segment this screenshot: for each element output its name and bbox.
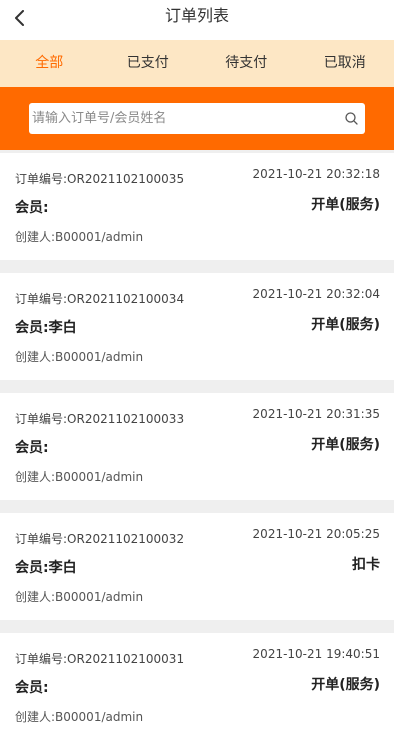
creator: 创建人:B00001/admin	[15, 468, 143, 485]
member-name: 会员:李白	[15, 317, 77, 337]
order-card[interactable]: 订单编号:OR2021102100034 2021-10-21 20:32:04…	[0, 273, 394, 380]
tab-paid[interactable]: 已支付	[99, 40, 198, 87]
order-status: 开单(服务)	[311, 314, 380, 334]
search-icon[interactable]	[344, 111, 359, 126]
order-time: 2021-10-21 19:40:51	[253, 647, 380, 661]
order-status: 扣卡	[352, 554, 380, 574]
creator: 创建人:B00001/admin	[15, 588, 143, 605]
status-tabs: 全部 已支付 待支付 已取消	[0, 40, 394, 87]
search-box	[29, 103, 365, 134]
page-title: 订单列表	[0, 0, 394, 32]
member-name: 会员:	[15, 677, 49, 697]
order-time: 2021-10-21 20:32:18	[253, 167, 380, 181]
creator: 创建人:B00001/admin	[15, 348, 143, 365]
order-card[interactable]: 订单编号:OR2021102100032 2021-10-21 20:05:25…	[0, 513, 394, 620]
order-number: 订单编号:OR2021102100033	[15, 410, 184, 427]
order-card[interactable]: 订单编号:OR2021102100033 2021-10-21 20:31:35…	[0, 393, 394, 500]
order-number: 订单编号:OR2021102100031	[15, 650, 184, 667]
tab-pending-payment[interactable]: 待支付	[197, 40, 296, 87]
order-time: 2021-10-21 20:05:25	[253, 527, 380, 541]
order-card[interactable]: 订单编号:OR2021102100031 2021-10-21 19:40:51…	[0, 633, 394, 740]
order-number: 订单编号:OR2021102100034	[15, 290, 184, 307]
order-number: 订单编号:OR2021102100032	[15, 530, 184, 547]
creator: 创建人:B00001/admin	[15, 708, 143, 725]
search-input[interactable]	[29, 103, 339, 134]
tab-all[interactable]: 全部	[0, 40, 99, 87]
member-name: 会员:	[15, 437, 49, 457]
order-time: 2021-10-21 20:31:35	[253, 407, 380, 421]
member-name: 会员:李白	[15, 557, 77, 577]
order-time: 2021-10-21 20:32:04	[253, 287, 380, 301]
navigation-bar: 订单列表	[0, 0, 394, 40]
order-status: 开单(服务)	[311, 434, 380, 454]
search-bar	[0, 87, 394, 150]
member-name: 会员:	[15, 197, 49, 217]
order-number: 订单编号:OR2021102100035	[15, 170, 184, 187]
order-status: 开单(服务)	[311, 194, 380, 214]
order-status: 开单(服务)	[311, 674, 380, 694]
tab-cancelled[interactable]: 已取消	[296, 40, 394, 87]
order-card[interactable]: 订单编号:OR2021102100035 2021-10-21 20:32:18…	[0, 153, 394, 260]
creator: 创建人:B00001/admin	[15, 228, 143, 245]
